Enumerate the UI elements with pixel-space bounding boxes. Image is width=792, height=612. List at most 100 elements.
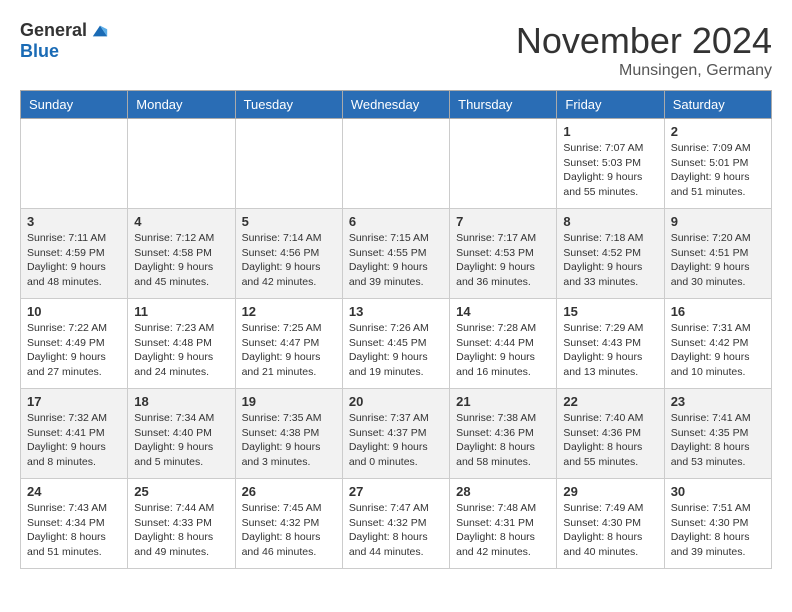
day-info: Sunrise: 7:34 AMSunset: 4:40 PMDaylight:… [134, 411, 228, 470]
calendar-table: SundayMondayTuesdayWednesdayThursdayFrid… [20, 90, 772, 569]
calendar-day-cell: 1 Sunrise: 7:07 AMSunset: 5:03 PMDaylight… [557, 119, 664, 209]
calendar-day-cell: 19Sunrise: 7:35 AMSunset: 4:38 PMDayligh… [235, 389, 342, 479]
day-info: Sunrise: 7:20 AMSunset: 4:51 PMDaylight:… [671, 231, 765, 290]
day-number: 15 [563, 304, 657, 319]
location-text: Munsingen, Germany [516, 62, 772, 80]
calendar-day-cell: 5 Sunrise: 7:14 AMSunset: 4:56 PMDaylight… [235, 209, 342, 299]
day-number: 5 [242, 214, 336, 229]
calendar-week-row: 1 Sunrise: 7:07 AMSunset: 5:03 PMDaylight… [21, 119, 772, 209]
calendar-day-cell: 15 Sunrise: 7:29 AMSunset: 4:43 PMDayligh… [557, 299, 664, 389]
day-number: 27 [349, 484, 443, 499]
day-number: 3 [27, 214, 121, 229]
calendar-day-cell: 18 Sunrise: 7:34 AMSunset: 4:40 PMDayligh… [128, 389, 235, 479]
calendar-header-row: SundayMondayTuesdayWednesdayThursdayFrid… [21, 91, 772, 119]
day-info: Sunrise: 7:40 AMSunset: 4:36 PMDaylight:… [563, 411, 657, 470]
calendar-day-cell [235, 119, 342, 209]
day-info: Sunrise: 7:12 AMSunset: 4:58 PMDaylight:… [134, 231, 228, 290]
day-number: 13 [349, 304, 443, 319]
calendar-day-cell: 29 Sunrise: 7:49 AMSunset: 4:30 PMDayligh… [557, 479, 664, 569]
day-number: 10 [27, 304, 121, 319]
calendar-day-cell [21, 119, 128, 209]
calendar-day-cell: 4 Sunrise: 7:12 AMSunset: 4:58 PMDaylight… [128, 209, 235, 299]
calendar-day-cell: 25 Sunrise: 7:44 AMSunset: 4:33 PMDayligh… [128, 479, 235, 569]
day-number: 1 [563, 124, 657, 139]
day-info: Sunrise: 7:38 AMSunset: 4:36 PMDaylight:… [456, 411, 550, 470]
calendar-day-cell: 17 Sunrise: 7:32 AMSunset: 4:41 PMDayligh… [21, 389, 128, 479]
logo: General Blue [20, 20, 109, 62]
calendar-day-cell: 24 Sunrise: 7:43 AMSunset: 4:34 PMDayligh… [21, 479, 128, 569]
calendar-day-cell: 9 Sunrise: 7:20 AMSunset: 4:51 PMDaylight… [664, 209, 771, 299]
calendar-day-cell: 10Sunrise: 7:22 AMSunset: 4:49 PMDayligh… [21, 299, 128, 389]
day-info: Sunrise: 7:28 AMSunset: 4:44 PMDaylight:… [456, 321, 550, 380]
calendar-day-cell: 22 Sunrise: 7:40 AMSunset: 4:36 PMDayligh… [557, 389, 664, 479]
calendar-week-row: 10Sunrise: 7:22 AMSunset: 4:49 PMDayligh… [21, 299, 772, 389]
calendar-day-cell: 27 Sunrise: 7:47 AMSunset: 4:32 PMDayligh… [342, 479, 449, 569]
day-number: 17 [27, 394, 121, 409]
calendar-day-cell: 11 Sunrise: 7:23 AMSunset: 4:48 PMDayligh… [128, 299, 235, 389]
day-number: 25 [134, 484, 228, 499]
day-info: Sunrise: 7:26 AMSunset: 4:45 PMDaylight:… [349, 321, 443, 380]
day-number: 20 [349, 394, 443, 409]
day-number: 14 [456, 304, 550, 319]
day-info: Sunrise: 7:29 AMSunset: 4:43 PMDaylight:… [563, 321, 657, 380]
day-info: Sunrise: 7:15 AMSunset: 4:55 PMDaylight:… [349, 231, 443, 290]
calendar-day-cell: 21 Sunrise: 7:38 AMSunset: 4:36 PMDayligh… [450, 389, 557, 479]
logo-icon [91, 22, 109, 40]
day-number: 4 [134, 214, 228, 229]
calendar-day-cell: 3 Sunrise: 7:11 AMSunset: 4:59 PMDaylight… [21, 209, 128, 299]
day-info: Sunrise: 7:23 AMSunset: 4:48 PMDaylight:… [134, 321, 228, 380]
day-number: 26 [242, 484, 336, 499]
day-number: 30 [671, 484, 765, 499]
day-number: 7 [456, 214, 550, 229]
day-info: Sunrise: 7:45 AMSunset: 4:32 PMDaylight:… [242, 501, 336, 560]
day-info: Sunrise: 7:37 AMSunset: 4:37 PMDaylight:… [349, 411, 443, 470]
page-header: General Blue November 2024 Munsingen, Ge… [20, 20, 772, 80]
weekday-header: Tuesday [235, 91, 342, 119]
calendar-week-row: 17 Sunrise: 7:32 AMSunset: 4:41 PMDayligh… [21, 389, 772, 479]
calendar-day-cell: 30 Sunrise: 7:51 AMSunset: 4:30 PMDayligh… [664, 479, 771, 569]
day-info: Sunrise: 7:14 AMSunset: 4:56 PMDaylight:… [242, 231, 336, 290]
calendar-day-cell: 7Sunrise: 7:17 AMSunset: 4:53 PMDaylight… [450, 209, 557, 299]
day-number: 9 [671, 214, 765, 229]
day-info: Sunrise: 7:47 AMSunset: 4:32 PMDaylight:… [349, 501, 443, 560]
day-number: 12 [242, 304, 336, 319]
day-number: 28 [456, 484, 550, 499]
day-number: 29 [563, 484, 657, 499]
day-info: Sunrise: 7:43 AMSunset: 4:34 PMDaylight:… [27, 501, 121, 560]
day-info: Sunrise: 7:07 AMSunset: 5:03 PMDaylight:… [563, 141, 657, 200]
calendar-day-cell: 6 Sunrise: 7:15 AMSunset: 4:55 PMDaylight… [342, 209, 449, 299]
day-number: 19 [242, 394, 336, 409]
day-number: 21 [456, 394, 550, 409]
day-info: Sunrise: 7:32 AMSunset: 4:41 PMDaylight:… [27, 411, 121, 470]
calendar-day-cell: 8 Sunrise: 7:18 AMSunset: 4:52 PMDaylight… [557, 209, 664, 299]
calendar-day-cell [342, 119, 449, 209]
month-title: November 2024 [516, 20, 772, 62]
calendar-week-row: 3 Sunrise: 7:11 AMSunset: 4:59 PMDaylight… [21, 209, 772, 299]
day-info: Sunrise: 7:09 AMSunset: 5:01 PMDaylight:… [671, 141, 765, 200]
day-number: 22 [563, 394, 657, 409]
day-info: Sunrise: 7:51 AMSunset: 4:30 PMDaylight:… [671, 501, 765, 560]
day-number: 18 [134, 394, 228, 409]
day-number: 23 [671, 394, 765, 409]
weekday-header: Wednesday [342, 91, 449, 119]
day-number: 11 [134, 304, 228, 319]
calendar-day-cell: 20 Sunrise: 7:37 AMSunset: 4:37 PMDayligh… [342, 389, 449, 479]
weekday-header: Saturday [664, 91, 771, 119]
logo-blue-text: Blue [20, 41, 59, 62]
day-number: 24 [27, 484, 121, 499]
title-section: November 2024 Munsingen, Germany [516, 20, 772, 80]
calendar-day-cell: 2 Sunrise: 7:09 AMSunset: 5:01 PMDaylight… [664, 119, 771, 209]
calendar-day-cell: 14 Sunrise: 7:28 AMSunset: 4:44 PMDayligh… [450, 299, 557, 389]
weekday-header: Friday [557, 91, 664, 119]
weekday-header: Thursday [450, 91, 557, 119]
day-number: 6 [349, 214, 443, 229]
day-number: 8 [563, 214, 657, 229]
logo-general-text: General [20, 20, 87, 41]
day-number: 2 [671, 124, 765, 139]
day-info: Sunrise: 7:49 AMSunset: 4:30 PMDaylight:… [563, 501, 657, 560]
day-info: Sunrise: 7:18 AMSunset: 4:52 PMDaylight:… [563, 231, 657, 290]
day-info: Sunrise: 7:41 AMSunset: 4:35 PMDaylight:… [671, 411, 765, 470]
calendar-day-cell: 12Sunrise: 7:25 AMSunset: 4:47 PMDayligh… [235, 299, 342, 389]
day-info: Sunrise: 7:44 AMSunset: 4:33 PMDaylight:… [134, 501, 228, 560]
day-info: Sunrise: 7:11 AMSunset: 4:59 PMDaylight:… [27, 231, 121, 290]
